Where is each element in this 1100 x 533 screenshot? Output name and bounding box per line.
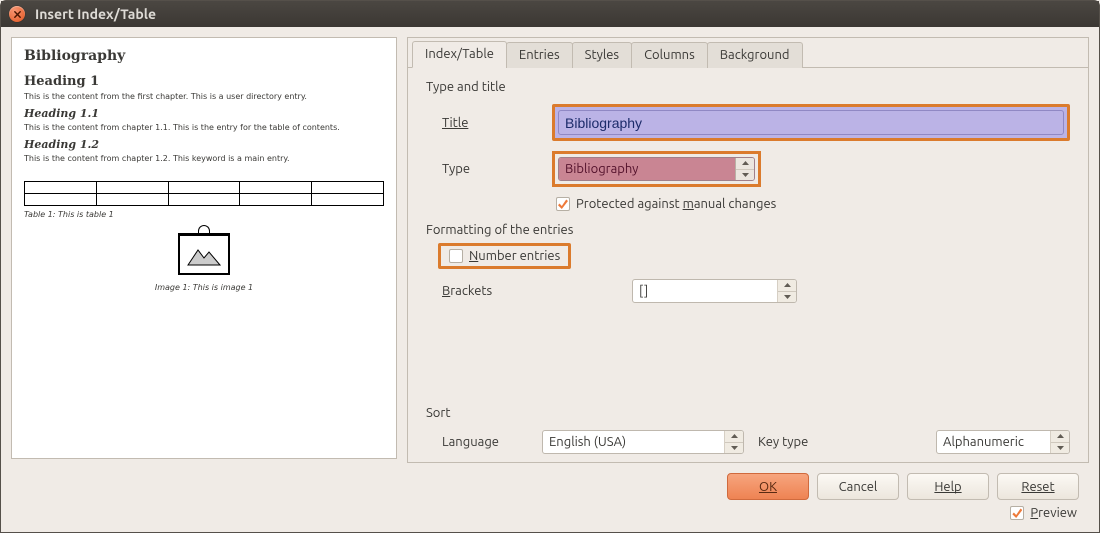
ok-button[interactable]: OK: [727, 473, 809, 500]
preview-h12: Heading 1.2: [24, 138, 384, 151]
section-sort: Sort: [426, 406, 1070, 420]
spinner-icon[interactable]: [1050, 431, 1069, 453]
language-value: English (USA): [543, 431, 724, 453]
preview-body: This is the content from chapter 1.1. Th…: [24, 123, 384, 132]
spinner-icon[interactable]: [724, 431, 743, 453]
reset-button[interactable]: Reset: [997, 473, 1079, 500]
type-combobox[interactable]: Bibliography: [558, 157, 755, 181]
language-label: Language: [442, 435, 542, 449]
cancel-button[interactable]: Cancel: [817, 473, 899, 500]
title-label: Title: [442, 116, 552, 130]
tab-columns[interactable]: Columns: [631, 42, 708, 68]
number-entries-checkbox[interactable]: [449, 249, 463, 263]
preview-h11: Heading 1.1: [24, 107, 384, 120]
keytype-label: Key type: [758, 435, 808, 449]
brackets-label: Brackets: [442, 284, 632, 298]
brackets-value: []: [633, 280, 777, 302]
brackets-combobox[interactable]: []: [632, 279, 797, 303]
preview-table: [24, 181, 384, 206]
preview-label: Preview: [1030, 506, 1077, 520]
title-input[interactable]: [558, 110, 1064, 135]
section-type-title: Type and title: [426, 80, 1070, 94]
section-formatting: Formatting of the entries: [426, 223, 1070, 237]
preview-pane: Bibliography Heading 1 This is the conte…: [11, 37, 397, 459]
tab-background[interactable]: Background: [707, 42, 803, 68]
spinner-icon[interactable]: [735, 158, 754, 180]
preview-table-caption: Table 1: This is table 1: [24, 210, 384, 219]
protected-label: Protected against manual changes: [576, 197, 776, 211]
tab-entries[interactable]: Entries: [506, 42, 573, 68]
preview-image-icon: [178, 233, 230, 275]
preview-body: This is the content from chapter 1.2. Th…: [24, 154, 384, 163]
language-combobox[interactable]: English (USA): [542, 430, 744, 454]
close-icon[interactable]: [9, 6, 25, 22]
preview-image-caption: Image 1: This is image 1: [24, 283, 384, 292]
preview-body: This is the content from the first chapt…: [24, 92, 384, 101]
help-button[interactable]: Help: [907, 473, 989, 500]
keytype-combobox[interactable]: Alphanumeric: [936, 430, 1070, 454]
protected-checkbox[interactable]: [556, 197, 570, 211]
window-title: Insert Index/Table: [35, 6, 156, 22]
type-label: Type: [442, 162, 552, 176]
number-entries-label: Number entries: [469, 249, 560, 263]
keytype-value: Alphanumeric: [937, 431, 1050, 453]
tab-styles[interactable]: Styles: [572, 42, 632, 68]
preview-bib: Bibliography: [24, 48, 384, 64]
type-value: Bibliography: [559, 158, 735, 180]
spinner-icon[interactable]: [777, 280, 796, 302]
preview-h1: Heading 1: [24, 74, 384, 89]
preview-checkbox[interactable]: [1010, 506, 1024, 520]
tab-index-table[interactable]: Index/Table: [412, 41, 507, 68]
